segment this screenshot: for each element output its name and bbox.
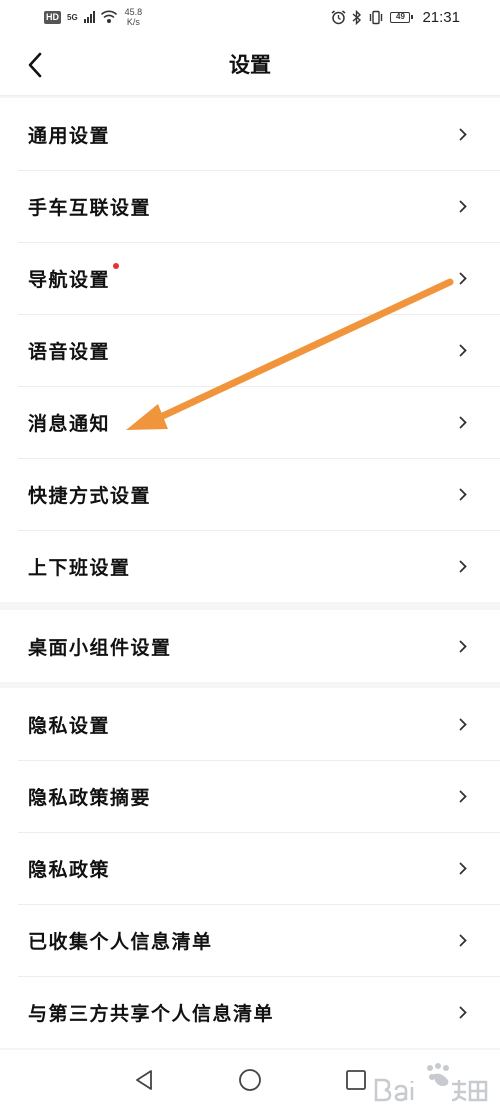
- wifi-icon: [100, 10, 117, 23]
- title-bar: 设置: [0, 34, 500, 96]
- menu-item-desktop-widget[interactable]: 桌面小组件设置: [0, 610, 500, 682]
- menu-item-navigation[interactable]: 导航设置: [0, 242, 500, 314]
- notification-dot: [113, 262, 120, 269]
- speed-value: 45.8: [124, 7, 143, 17]
- menu-item-privacy-settings[interactable]: 隐私设置: [0, 688, 500, 760]
- menu-item-commute[interactable]: 上下班设置: [0, 530, 500, 602]
- chevron-right-icon: [458, 1005, 468, 1019]
- signal-icon: [83, 11, 95, 23]
- network-speed: 45.8 K/s: [125, 7, 143, 27]
- menu-item-car-link[interactable]: 手车互联设置: [0, 170, 500, 242]
- home-circle-icon: [239, 1069, 261, 1091]
- back-triangle-icon: [136, 1070, 152, 1090]
- menu-item-collected-info[interactable]: 已收集个人信息清单: [0, 904, 500, 976]
- menu-item-label: 手车互联设置: [28, 196, 152, 219]
- speed-unit: K/s: [126, 17, 140, 27]
- status-left: HD 5G 45.8 K/s: [44, 6, 142, 28]
- recents-square-icon: [346, 1070, 366, 1090]
- chevron-right-icon: [458, 639, 468, 653]
- menu-item-label: 已收集个人信息清单: [28, 930, 213, 953]
- hd-badge: HD: [44, 10, 61, 24]
- menu-item-third-party-sharing[interactable]: 与第三方共享个人信息清单: [0, 976, 500, 1048]
- chevron-right-icon: [458, 271, 468, 285]
- alarm-icon: [331, 9, 346, 24]
- vibrate-icon: [370, 10, 383, 24]
- menu-item-label-text: 导航设置: [28, 268, 111, 291]
- chevron-right-icon: [458, 343, 468, 357]
- chevron-right-icon: [458, 199, 468, 213]
- status-bar: HD 5G 45.8 K/s 49 21:31: [0, 0, 500, 34]
- settings-group-privacy: 隐私设置 隐私政策摘要 隐私政策 已收集个人信息清单 与第三方共享个人信息清单: [0, 688, 500, 1048]
- menu-item-label: 上下班设置: [28, 556, 131, 579]
- bluetooth-icon: [352, 9, 362, 25]
- menu-item-label: 语音设置: [28, 340, 111, 363]
- menu-item-label: 通用设置: [28, 124, 111, 147]
- menu-item-shortcuts[interactable]: 快捷方式设置: [0, 458, 500, 530]
- watermark-logo: [374, 1063, 488, 1102]
- chevron-right-icon: [458, 559, 468, 573]
- menu-item-privacy-summary[interactable]: 隐私政策摘要: [0, 760, 500, 832]
- status-time: 21:31: [422, 8, 460, 26]
- menu-item-label: 导航设置: [28, 262, 120, 292]
- nav-home-button[interactable]: [232, 1062, 268, 1098]
- chevron-right-icon: [458, 487, 468, 501]
- chevron-right-icon: [458, 789, 468, 803]
- menu-item-general[interactable]: 通用设置: [0, 98, 500, 170]
- menu-item-label: 与第三方共享个人信息清单: [28, 1002, 275, 1025]
- menu-item-label: 桌面小组件设置: [28, 636, 172, 659]
- settings-group-main: 通用设置 手车互联设置 导航设置 语音设置 消息通知 快捷方式设置 上下班设置: [0, 98, 500, 602]
- menu-item-label: 隐私政策摘要: [28, 786, 152, 809]
- menu-item-label: 隐私政策: [28, 858, 111, 881]
- settings-screen: HD 5G 45.8 K/s 49 21:31 设置 通用设置 手车互联设置 导…: [0, 0, 500, 1111]
- chevron-right-icon: [458, 415, 468, 429]
- nav-recents-button[interactable]: [338, 1062, 374, 1098]
- network-type: 5G: [67, 12, 78, 22]
- settings-group-widgets: 桌面小组件设置: [0, 610, 500, 682]
- chevron-right-icon: [458, 717, 468, 731]
- chevron-right-icon: [458, 127, 468, 141]
- menu-item-label: 快捷方式设置: [28, 484, 152, 507]
- chevron-right-icon: [458, 933, 468, 947]
- battery-icon: 49: [390, 11, 414, 23]
- nav-back-button[interactable]: [126, 1062, 162, 1098]
- page-title: 设置: [229, 53, 271, 77]
- menu-item-notifications[interactable]: 消息通知: [0, 386, 500, 458]
- menu-item-label: 隐私设置: [28, 714, 111, 737]
- menu-item-voice[interactable]: 语音设置: [0, 314, 500, 386]
- chevron-right-icon: [458, 861, 468, 875]
- status-right: 49 21:31: [331, 6, 460, 28]
- menu-item-label: 消息通知: [28, 412, 111, 435]
- menu-item-privacy-policy[interactable]: 隐私政策: [0, 832, 500, 904]
